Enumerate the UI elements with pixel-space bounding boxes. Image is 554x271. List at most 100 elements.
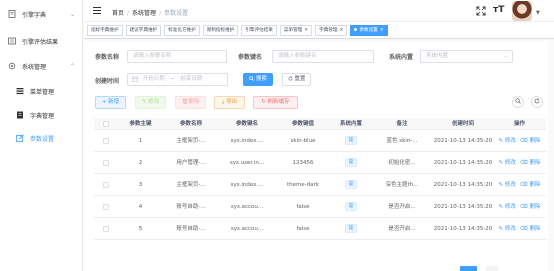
tag-indicator-dict[interactable]: 指标字典维护 <box>87 25 123 36</box>
param-key-input[interactable]: 请输入参数键名 <box>272 50 374 63</box>
chevron-down-icon: ⌄ <box>503 53 508 59</box>
column-header: 参数键名 <box>235 121 258 127</box>
row-edit-button[interactable]: ✎ 修改 <box>499 182 516 188</box>
date-range-picker[interactable]: 开始日期 - 结束日期 <box>127 73 228 86</box>
cell-remark: 是否开启... <box>388 204 416 210</box>
row-edit-label: 修改 <box>504 138 516 144</box>
cell-key: sys.accou... <box>230 204 264 210</box>
sidebar-item-system-management[interactable]: 系统管理 ⌃ <box>0 55 83 77</box>
sidebar-item-engine-dictionary[interactable]: 引擎字典 ⌄ <box>0 3 83 25</box>
trash-icon: ⌫ <box>519 182 528 188</box>
cell-remark: 是否开启... <box>388 226 416 232</box>
reset-button[interactable]: 重置 <box>282 73 311 86</box>
select-all-checkbox[interactable] <box>103 120 109 127</box>
tag-menu-management[interactable]: 菜单管理 ✕ <box>279 25 313 36</box>
table-row[interactable]: 1 主框架页-... sys.index.... skin-blue 是 蓝色 skin-… <box>94 130 546 152</box>
param-name-input[interactable]: 请输入参数名称 <box>127 50 227 63</box>
table-row[interactable]: 2 用户管理-... sys.user.in... 123456 是 初始化密... 202… <box>94 152 546 174</box>
caret-down-icon[interactable]: ▼ <box>536 10 540 16</box>
edit-button[interactable]: ✎ 修改 <box>135 96 166 109</box>
column-header: 参数主键 <box>129 121 152 127</box>
fullscreen-icon[interactable] <box>476 6 486 16</box>
dict-icon <box>16 111 24 119</box>
sidebar-item-engine-results[interactable]: 引擎评估结果 <box>0 30 83 52</box>
builtin-tag: 是 <box>344 224 358 233</box>
refresh-table-button[interactable] <box>531 96 543 108</box>
sidebar-item-label: 菜单管理 <box>30 88 55 96</box>
row-edit-button[interactable]: ✎ 修改 <box>499 138 516 144</box>
font-size-icon[interactable]: тT <box>493 5 504 15</box>
row-checkbox[interactable] <box>103 137 109 144</box>
cell-created-time: 2021-10-13 14:35:20 <box>433 226 493 232</box>
row-edit-button[interactable]: ✎ 修改 <box>499 226 516 232</box>
table-row[interactable]: 5 账号自助-... sys.accou... false 是 是否开启... 2021-1… <box>94 218 546 240</box>
edit-icon: ✎ <box>498 182 504 188</box>
tag-standardization[interactable]: 标准化方维护 <box>164 25 200 36</box>
column-header: 参数键值 <box>291 121 314 127</box>
close-icon[interactable]: ✕ <box>380 28 384 33</box>
delete-button[interactable]: 🗑删除 <box>175 96 206 109</box>
sidebar-item-dict-management[interactable]: 字典管理 <box>0 104 83 126</box>
column-header: 系统内置 <box>339 121 362 127</box>
cell-remark: 蓝色 skin-... <box>386 138 418 144</box>
end-date-placeholder: 结束日期 <box>180 76 203 82</box>
breadcrumb-system: 系统管理 <box>132 10 157 17</box>
download-icon: ⤓ <box>221 99 225 105</box>
row-edit-button[interactable]: ✎ 修改 <box>499 204 516 210</box>
navbar: 首页 / 系统管理 / 参数设置 тT ▼ <box>84 0 554 22</box>
row-delete-button[interactable]: ⌫ 删除 <box>520 182 541 188</box>
tag-limit-indicator[interactable]: 限制指标维护 <box>202 25 239 36</box>
vertical-scrollbar[interactable] <box>548 40 554 271</box>
row-checkbox[interactable] <box>103 225 109 232</box>
row-delete-button[interactable]: ⌫ 删除 <box>520 160 541 166</box>
tag-dict-management[interactable]: 字典管理 ✕ <box>315 25 348 36</box>
row-delete-button[interactable]: ⌫ 删除 <box>520 226 541 232</box>
cell-value: 123456 <box>292 160 314 166</box>
sidebar-item-label: 引擎字典 <box>22 11 47 19</box>
row-delete-button[interactable]: ⌫ 删除 <box>520 204 541 210</box>
cell-name: 用户管理-... <box>176 160 206 166</box>
tag-engine-results[interactable]: 引擎评估结果 <box>241 25 277 36</box>
builtin-placeholder: 系统内置 <box>426 53 449 59</box>
table-row[interactable]: 3 主框架页-... sys.index.... theme-dark 是 深色主题th.… <box>94 174 546 196</box>
pagination-current-page[interactable] <box>460 266 477 271</box>
add-button[interactable]: + 新增 <box>95 96 126 109</box>
export-button[interactable]: ⤓ 导出 <box>214 96 245 109</box>
avatar[interactable] <box>512 1 532 21</box>
table-body: 1 主框架页-... sys.index.... skin-blue 是 蓝色 skin-… <box>94 130 546 240</box>
builtin-tag: 是 <box>344 180 358 189</box>
tag-label: 建议字典维护 <box>129 28 158 33</box>
builtin-select[interactable]: 系统内置 ⌄ <box>420 50 513 63</box>
tag-parameter-settings[interactable]: 参数设置 ✕ <box>350 25 388 36</box>
tag-label: 指标字典维护 <box>91 28 119 33</box>
param-key-label: 参数键名 <box>238 54 263 61</box>
sidebar-item-menu-management[interactable]: 菜单管理 <box>0 80 83 102</box>
refresh-cache-button[interactable]: ↻ 刷新缓存 <box>253 96 298 109</box>
pagination-next[interactable] <box>486 266 498 271</box>
breadcrumb-home[interactable]: 首页 <box>112 10 124 17</box>
hamburger-icon[interactable] <box>93 7 101 14</box>
edit-icon: ✎ <box>498 204 504 210</box>
cell-key: sys.index.... <box>230 138 264 144</box>
reset-button-label: 重置 <box>294 76 306 82</box>
cell-value: theme-dark <box>286 182 320 188</box>
table-row[interactable]: 4 账号自助-... sys.accou... false 是 是否开启... 2021-1… <box>94 196 546 218</box>
builtin-label: 系统内置 <box>389 54 414 61</box>
sidebar-item-parameter-settings[interactable]: 参数设置 <box>0 127 83 149</box>
export-button-label: 导出 <box>226 99 238 105</box>
row-checkbox[interactable] <box>103 203 109 210</box>
tag-label: 参数设置 <box>359 28 378 33</box>
edit-icon <box>16 134 24 142</box>
row-checkbox[interactable] <box>103 159 109 166</box>
builtin-tag: 是 <box>344 136 358 145</box>
toggle-search-button[interactable] <box>512 96 524 108</box>
close-icon[interactable]: ✕ <box>304 28 308 33</box>
row-edit-button[interactable]: ✎ 修改 <box>499 160 516 166</box>
tag-suggestion-dict[interactable]: 建议字典维护 <box>125 25 162 36</box>
row-delete-button[interactable]: ⌫ 删除 <box>520 138 541 144</box>
edit-icon: ✎ <box>498 160 504 166</box>
close-icon[interactable]: ✕ <box>340 28 344 33</box>
row-checkbox[interactable] <box>103 181 109 188</box>
cell-value: false <box>296 226 310 232</box>
search-button[interactable]: 搜索 <box>243 73 273 86</box>
